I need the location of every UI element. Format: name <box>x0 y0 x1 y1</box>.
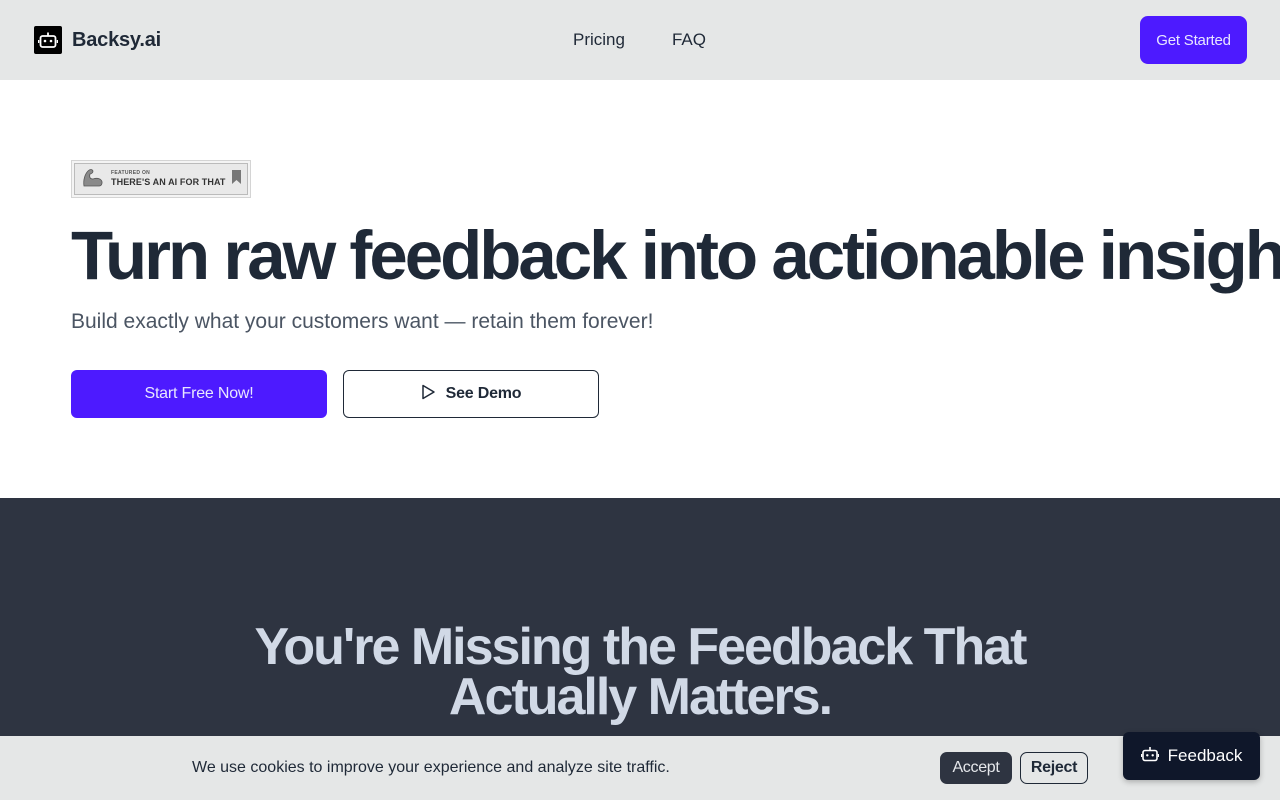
featured-badge-inner: FEATURED ON THERE'S AN AI FOR THAT <box>74 163 248 195</box>
site-header: Backsy.ai Pricing FAQ Get Started <box>0 0 1280 80</box>
hero-subtitle: Build exactly what your customers want —… <box>71 310 654 333</box>
cookie-accept-button[interactable]: Accept <box>940 752 1012 784</box>
play-icon <box>421 384 436 405</box>
featured-badge-small: FEATURED ON <box>111 170 151 176</box>
featured-badge-text: FEATURED ON THERE'S AN AI FOR THAT <box>111 171 226 187</box>
robot-icon <box>1140 746 1159 767</box>
main-nav: Pricing FAQ <box>573 30 706 50</box>
cookie-banner: We use cookies to improve your experienc… <box>0 736 1280 800</box>
see-demo-button[interactable]: See Demo <box>343 370 599 418</box>
featured-badge[interactable]: FEATURED ON THERE'S AN AI FOR THAT <box>71 160 251 198</box>
robot-icon <box>34 26 62 54</box>
feedback-widget-label: Feedback <box>1167 746 1243 765</box>
feedback-widget-button[interactable]: Feedback <box>1123 732 1260 780</box>
nav-link-faq[interactable]: FAQ <box>672 30 706 50</box>
hero-title: Turn raw feedback into actionable insigh… <box>71 217 1280 294</box>
see-demo-label: See Demo <box>445 385 522 402</box>
cookie-message: We use cookies to improve your experienc… <box>192 759 670 776</box>
brand-logo-link[interactable]: Backsy.ai <box>34 26 161 54</box>
bookmark-icon <box>232 169 241 189</box>
featured-badge-title: THERE'S AN AI FOR THAT <box>111 177 226 187</box>
muscle-arm-icon <box>81 166 105 193</box>
start-free-button[interactable]: Start Free Now! <box>71 370 327 418</box>
problem-section-title: You're Missing the Feedback That Actuall… <box>254 618 1028 726</box>
nav-link-pricing[interactable]: Pricing <box>573 30 625 50</box>
get-started-button[interactable]: Get Started <box>1140 16 1247 64</box>
brand-name: Backsy.ai <box>72 28 162 51</box>
cookie-reject-button[interactable]: Reject <box>1020 752 1088 784</box>
